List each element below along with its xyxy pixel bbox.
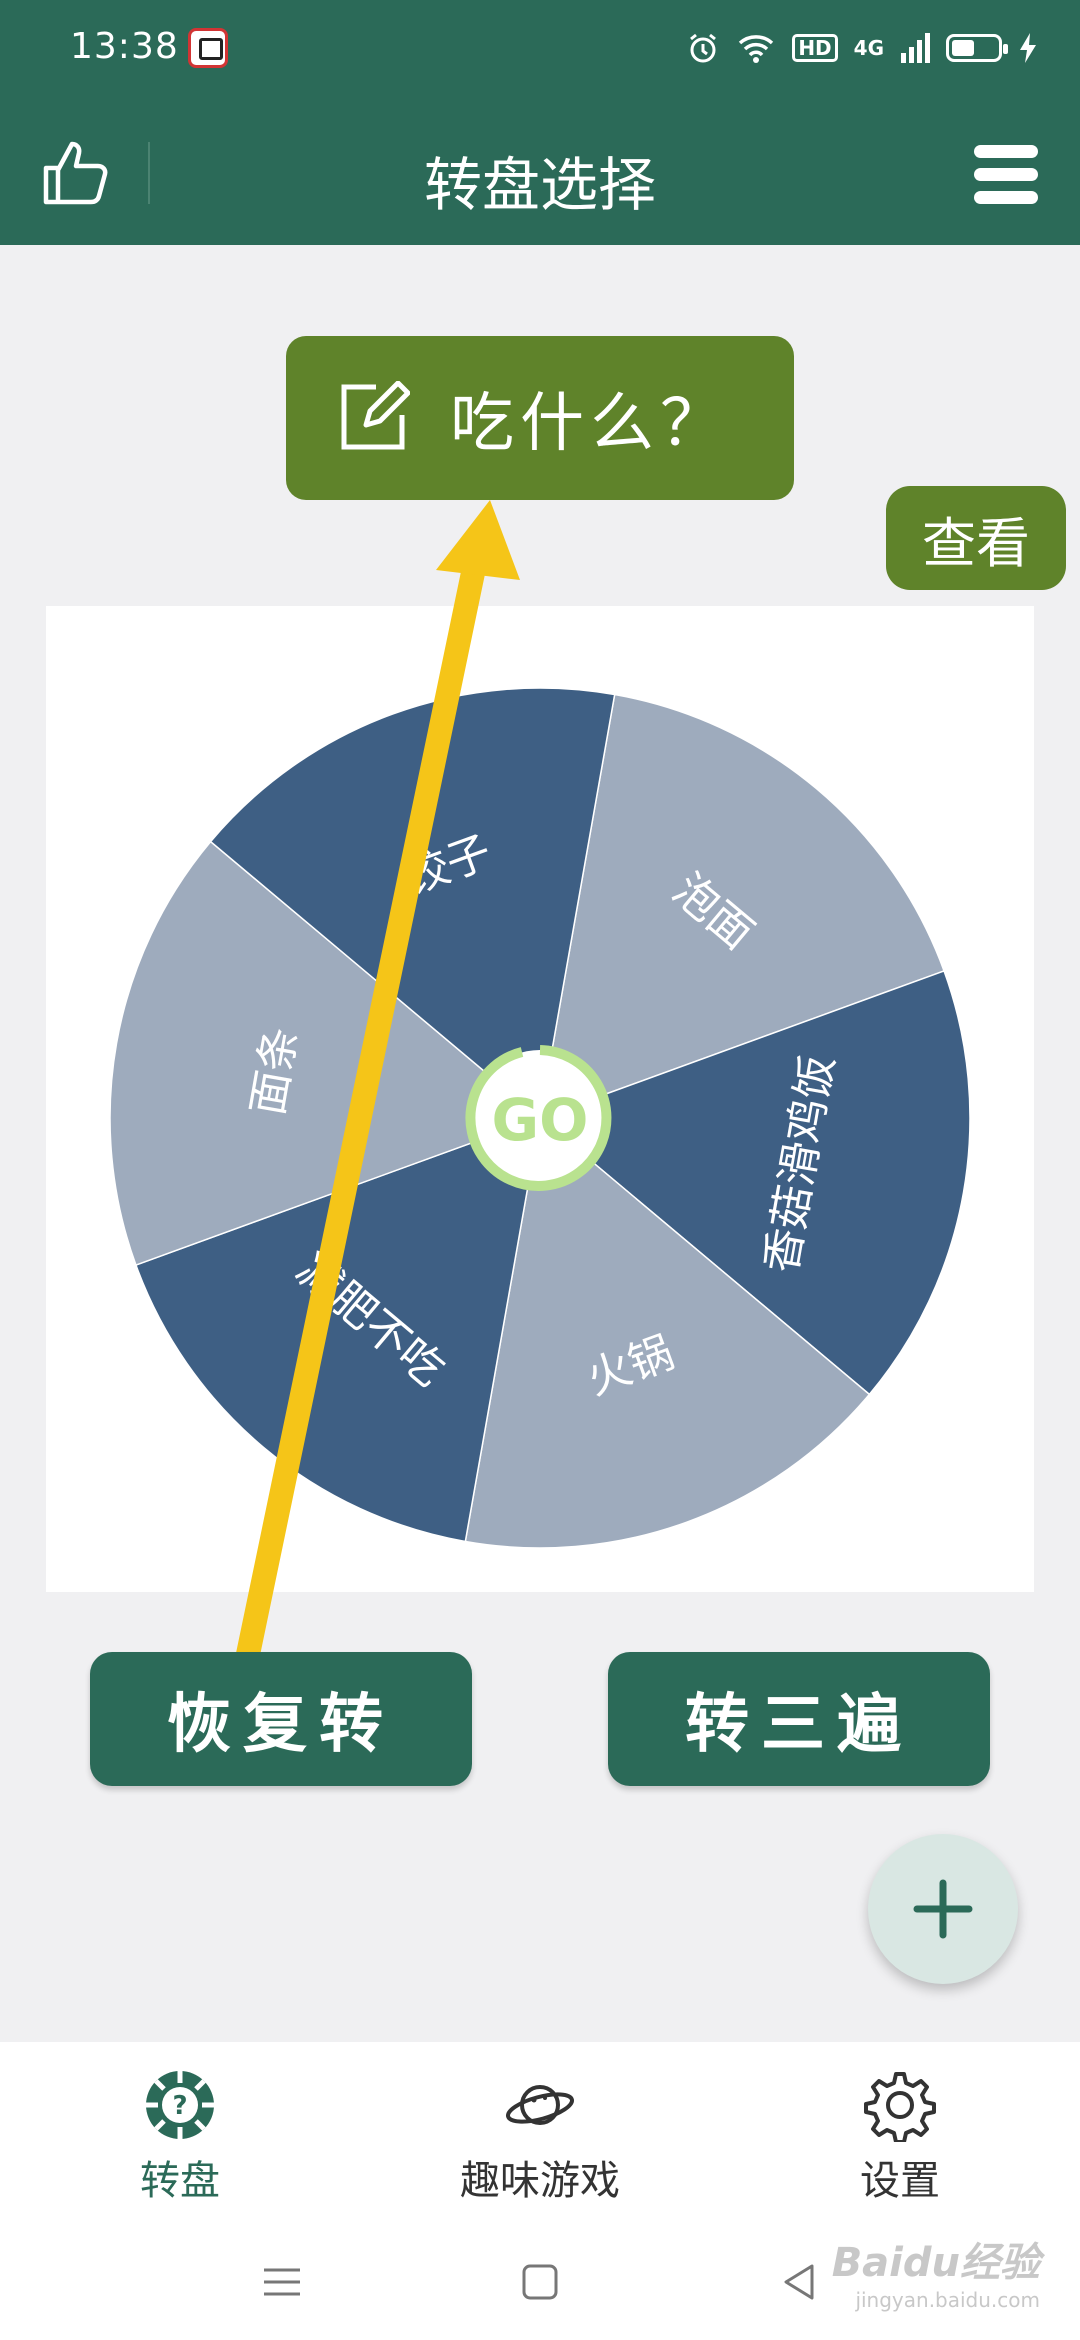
nav-label: 趣味游戏: [460, 2158, 620, 2204]
nav-tab-wheel[interactable]: ? 转盘: [30, 2068, 330, 2206]
add-button[interactable]: [868, 1834, 1018, 1984]
plus-icon: [913, 1879, 973, 1939]
back-icon[interactable]: [776, 2258, 824, 2306]
nav-label: 转盘: [140, 2158, 220, 2204]
watermark: Baidu经验 jingyan.baidu.com: [832, 2230, 1040, 2312]
spin-three-times-button[interactable]: 转三遍: [608, 1652, 990, 1786]
restore-spin-button[interactable]: 恢复转: [90, 1652, 472, 1786]
annotation-arrow: [224, 500, 520, 1724]
nav-tab-games[interactable]: 趣味游戏: [390, 2068, 690, 2206]
planet-icon: [505, 2085, 575, 2125]
home-icon[interactable]: [516, 2258, 564, 2306]
recent-apps-icon[interactable]: [258, 2258, 306, 2306]
gear-icon: [864, 2072, 936, 2142]
wheel-icon: ?: [146, 2071, 214, 2139]
nav-tab-settings[interactable]: 设置: [750, 2068, 1050, 2206]
watermark-brand: Baidu经验: [831, 2240, 1040, 2286]
nav-label: 设置: [860, 2158, 940, 2204]
watermark-url: jingyan.baidu.com: [855, 2288, 1040, 2312]
svg-text:?: ?: [172, 2091, 187, 2121]
